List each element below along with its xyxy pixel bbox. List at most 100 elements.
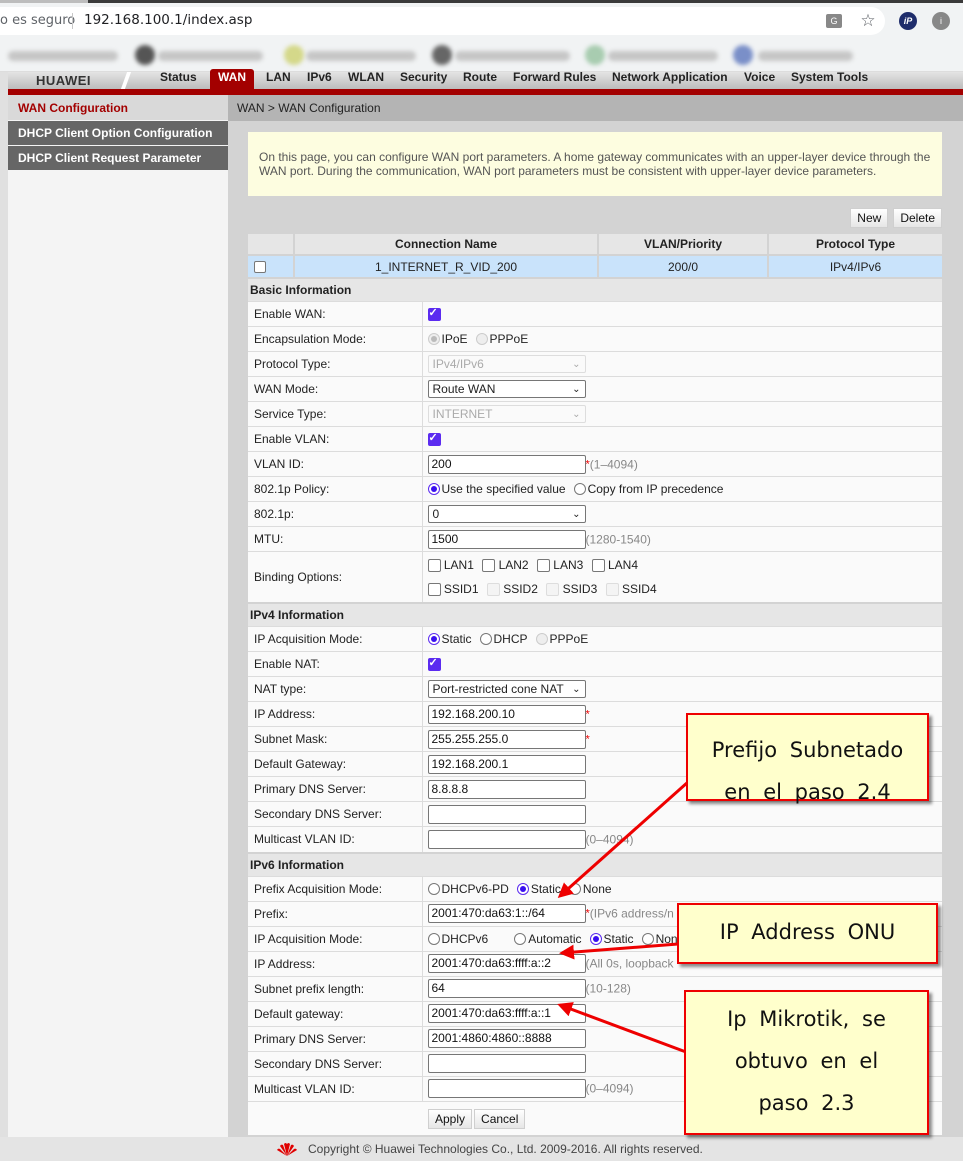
ipv6-static-radio[interactable]: [589, 932, 602, 945]
nav-system-tools[interactable]: System Tools: [791, 70, 868, 84]
subnet-prefix-length-hint: (10-128): [585, 981, 631, 996]
prefix-static-radio[interactable]: [516, 882, 529, 895]
bind-lan1-checkbox[interactable]: [427, 559, 441, 573]
ipv6-mvlan-hint: (0–4094): [585, 1081, 634, 1096]
policy-copy-radio[interactable]: [573, 483, 586, 496]
protocol-type: IPv4/IPv6: [768, 254, 942, 277]
sidebar-item-dhcp-client-request[interactable]: DHCP Client Request Parameter: [8, 146, 228, 171]
extension-icon[interactable]: i: [932, 12, 950, 30]
enable-vlan-checkbox[interactable]: [427, 431, 441, 447]
binding-ssid-row: SSID1 SSID2 SSID3 SSID4: [427, 577, 942, 601]
bookmark-item[interactable]: [306, 51, 416, 61]
callout-prefix-line: en el paso 2.4: [724, 780, 891, 804]
apply-button[interactable]: Apply: [428, 1109, 473, 1129]
bookmark-item[interactable]: [8, 51, 118, 61]
bind-lan4-checkbox[interactable]: [591, 559, 605, 573]
ipv6-none-radio[interactable]: [641, 932, 654, 945]
bookmark-favicon: [733, 45, 753, 65]
nav-forward-rules[interactable]: Forward Rules: [513, 70, 596, 84]
url-text[interactable]: 192.168.100.1/index.asp: [84, 12, 252, 28]
nav-wan[interactable]: WAN: [210, 69, 254, 89]
sidebar-item-wan-configuration[interactable]: WAN Configuration: [8, 95, 228, 121]
nav-wlan[interactable]: WLAN: [348, 70, 384, 84]
wan-mode-select[interactable]: Route WAN ⌄: [427, 380, 586, 398]
security-indicator[interactable]: o es seguro: [0, 13, 75, 28]
protocol-type-value: IPv4/IPv6: [432, 357, 484, 371]
ip-extension-icon[interactable]: iP: [899, 12, 917, 30]
bookmark-star-icon[interactable]: ☆: [859, 11, 877, 30]
ipv6-acq-label: IP Acquisition Mode:: [248, 925, 423, 951]
ipv4-dns1-label: Primary DNS Server:: [248, 776, 423, 802]
bookmark-item[interactable]: [608, 51, 718, 61]
nav-status[interactable]: Status: [160, 70, 197, 84]
ipv6-dhcpv6-radio[interactable]: [427, 932, 440, 945]
ipv6-dns1-input[interactable]: 2001:4860:4860::8888: [427, 1029, 586, 1048]
bind-lan3-checkbox[interactable]: [536, 559, 550, 573]
nav-route[interactable]: Route: [463, 70, 497, 84]
cancel-button[interactable]: Cancel: [474, 1109, 526, 1129]
callout-ip-address-onu: IP Address ONU: [677, 903, 938, 964]
vlan-id-input[interactable]: 200: [427, 454, 586, 474]
enable-nat-label: Enable NAT:: [248, 651, 423, 677]
ipv6-mvlan-input[interactable]: [427, 1079, 586, 1099]
mtu-input[interactable]: 1500: [427, 529, 586, 549]
nav-voice[interactable]: Voice: [744, 70, 775, 84]
ipv4-ip-input[interactable]: 192.168.200.10: [427, 704, 586, 724]
bookmark-favicon: [432, 45, 452, 65]
enable-nat-checkbox[interactable]: [427, 656, 441, 672]
ipv4-gateway-input[interactable]: 192.168.200.1: [427, 754, 586, 774]
ipv6-automatic-radio[interactable]: [514, 932, 527, 945]
encap-ipoe-radio[interactable]: [427, 333, 440, 346]
policy-specified-radio[interactable]: [427, 483, 440, 496]
encapsulation-label: Encapsulation Mode:: [248, 326, 423, 352]
binding-lan-row: LAN1 LAN2 LAN3 LAN4: [427, 553, 942, 577]
huawei-logo-icon: [277, 1143, 297, 1156]
bind-ssid1-label: SSID1: [443, 582, 479, 596]
nav-security[interactable]: Security: [400, 70, 447, 84]
ipv4-pppoe-radio[interactable]: [535, 633, 548, 646]
enable-wan-checkbox[interactable]: [427, 306, 441, 322]
encap-pppoe-radio[interactable]: [475, 333, 488, 346]
row-checkbox[interactable]: [254, 261, 266, 274]
bind-lan4-label: LAN4: [608, 558, 639, 572]
bind-ssid3-checkbox[interactable]: [546, 583, 560, 597]
nav-ipv6[interactable]: IPv6: [307, 70, 332, 84]
bind-ssid1-checkbox[interactable]: [427, 583, 441, 597]
subnet-mask-input[interactable]: 255.255.255.0: [427, 729, 586, 749]
ipv4-dns2-label: Secondary DNS Server:: [248, 801, 423, 827]
ipv6-gateway-input[interactable]: 2001:470:da63:ffff:a::1: [427, 1004, 586, 1023]
col-vlan-priority: VLAN/Priority: [598, 234, 769, 255]
nav-network-application[interactable]: Network Application: [612, 70, 728, 84]
ipv4-mvlan-input[interactable]: [427, 829, 586, 849]
ipv6-dns2-input[interactable]: [427, 1054, 586, 1073]
ipv4-static-radio[interactable]: [427, 633, 440, 646]
table-row[interactable]: 1_INTERNET_R_VID_200 200/0 IPv4/IPv6: [248, 254, 942, 277]
bookmark-item[interactable]: [758, 51, 853, 61]
ipv4-dns1-input[interactable]: 8.8.8.8: [427, 779, 586, 799]
protocol-type-select[interactable]: IPv4/IPv6 ⌄: [427, 355, 586, 373]
nav-lan[interactable]: LAN: [266, 70, 291, 84]
new-button[interactable]: New: [850, 208, 889, 228]
bookmark-item[interactable]: [455, 51, 570, 61]
prefix-dhcpv6pd-label: DHCPv6-PD: [441, 881, 509, 896]
service-type-select[interactable]: INTERNET ⌄: [427, 405, 586, 423]
delete-button[interactable]: Delete: [893, 208, 942, 228]
ipv6-static-label: Static: [603, 931, 634, 946]
bind-lan2-checkbox[interactable]: [482, 559, 496, 573]
sidebar: WAN Configuration DHCP Client Option Con…: [8, 95, 228, 1137]
ipv4-dns2-input[interactable]: [427, 804, 586, 824]
ipv6-ip-input[interactable]: 2001:470:da63:ffff:a::2: [427, 954, 586, 973]
sidebar-item-dhcp-client-option[interactable]: DHCP Client Option Configuration: [8, 121, 228, 146]
translate-icon[interactable]: G: [826, 14, 842, 28]
bind-ssid4-checkbox[interactable]: [605, 583, 619, 597]
prefix-dhcpv6pd-radio[interactable]: [427, 882, 440, 895]
ipv4-dhcp-radio[interactable]: [479, 633, 492, 646]
bind-ssid2-checkbox[interactable]: [486, 583, 500, 597]
prefix-input[interactable]: 2001:470:da63:1::/64: [427, 904, 586, 923]
subnet-prefix-length-input[interactable]: 64: [427, 979, 586, 998]
nat-type-select[interactable]: Port-restricted cone NAT ⌄: [427, 680, 586, 698]
p8021-select[interactable]: 0 ⌄: [427, 505, 586, 523]
col-select: [248, 234, 295, 255]
bookmark-item[interactable]: [158, 51, 263, 61]
prefix-none-radio[interactable]: [568, 882, 581, 895]
